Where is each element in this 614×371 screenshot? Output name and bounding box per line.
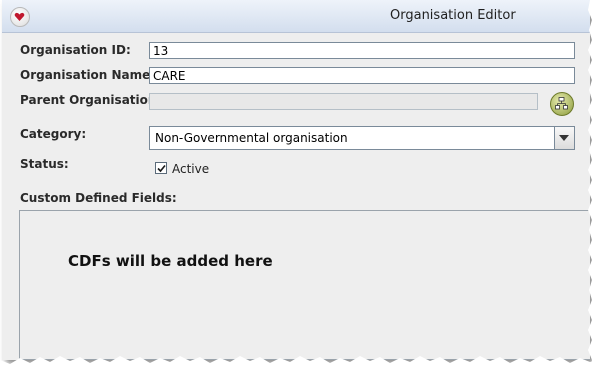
parent-organisation-label: Parent Organisation: (20, 93, 162, 107)
chevron-down-icon[interactable] (554, 127, 574, 149)
category-select[interactable]: Non-Governmental organisation (149, 126, 575, 150)
custom-defined-fields-label: Custom Defined Fields: (20, 191, 177, 205)
active-checkbox[interactable] (155, 162, 167, 174)
heart-arrow-icon[interactable] (10, 7, 30, 27)
torn-edge-bottom (0, 356, 614, 371)
organisation-name-field[interactable]: CARE (149, 67, 575, 84)
custom-fields-panel: CDFs will be added here (19, 210, 590, 360)
category-selected-value: Non-Governmental organisation (155, 131, 348, 145)
custom-fields-note: CDFs will be added here (68, 252, 273, 270)
hierarchy-icon[interactable] (550, 92, 574, 116)
window-title: Organisation Editor (390, 8, 516, 23)
status-label: Status: (20, 157, 69, 171)
parent-organisation-field (149, 93, 538, 110)
organisation-name-label: Organisation Name: (20, 68, 156, 82)
organisation-id-label: Organisation ID: (20, 43, 131, 57)
organisation-editor-window: Organisation Editor Organisation ID: 13 … (2, 0, 590, 360)
active-checkbox-label[interactable]: Active (172, 162, 209, 176)
torn-edge-right (588, 0, 614, 371)
organisation-id-field[interactable]: 13 (149, 42, 575, 59)
title-bar[interactable]: Organisation Editor (2, 0, 590, 33)
category-label: Category: (20, 127, 87, 141)
